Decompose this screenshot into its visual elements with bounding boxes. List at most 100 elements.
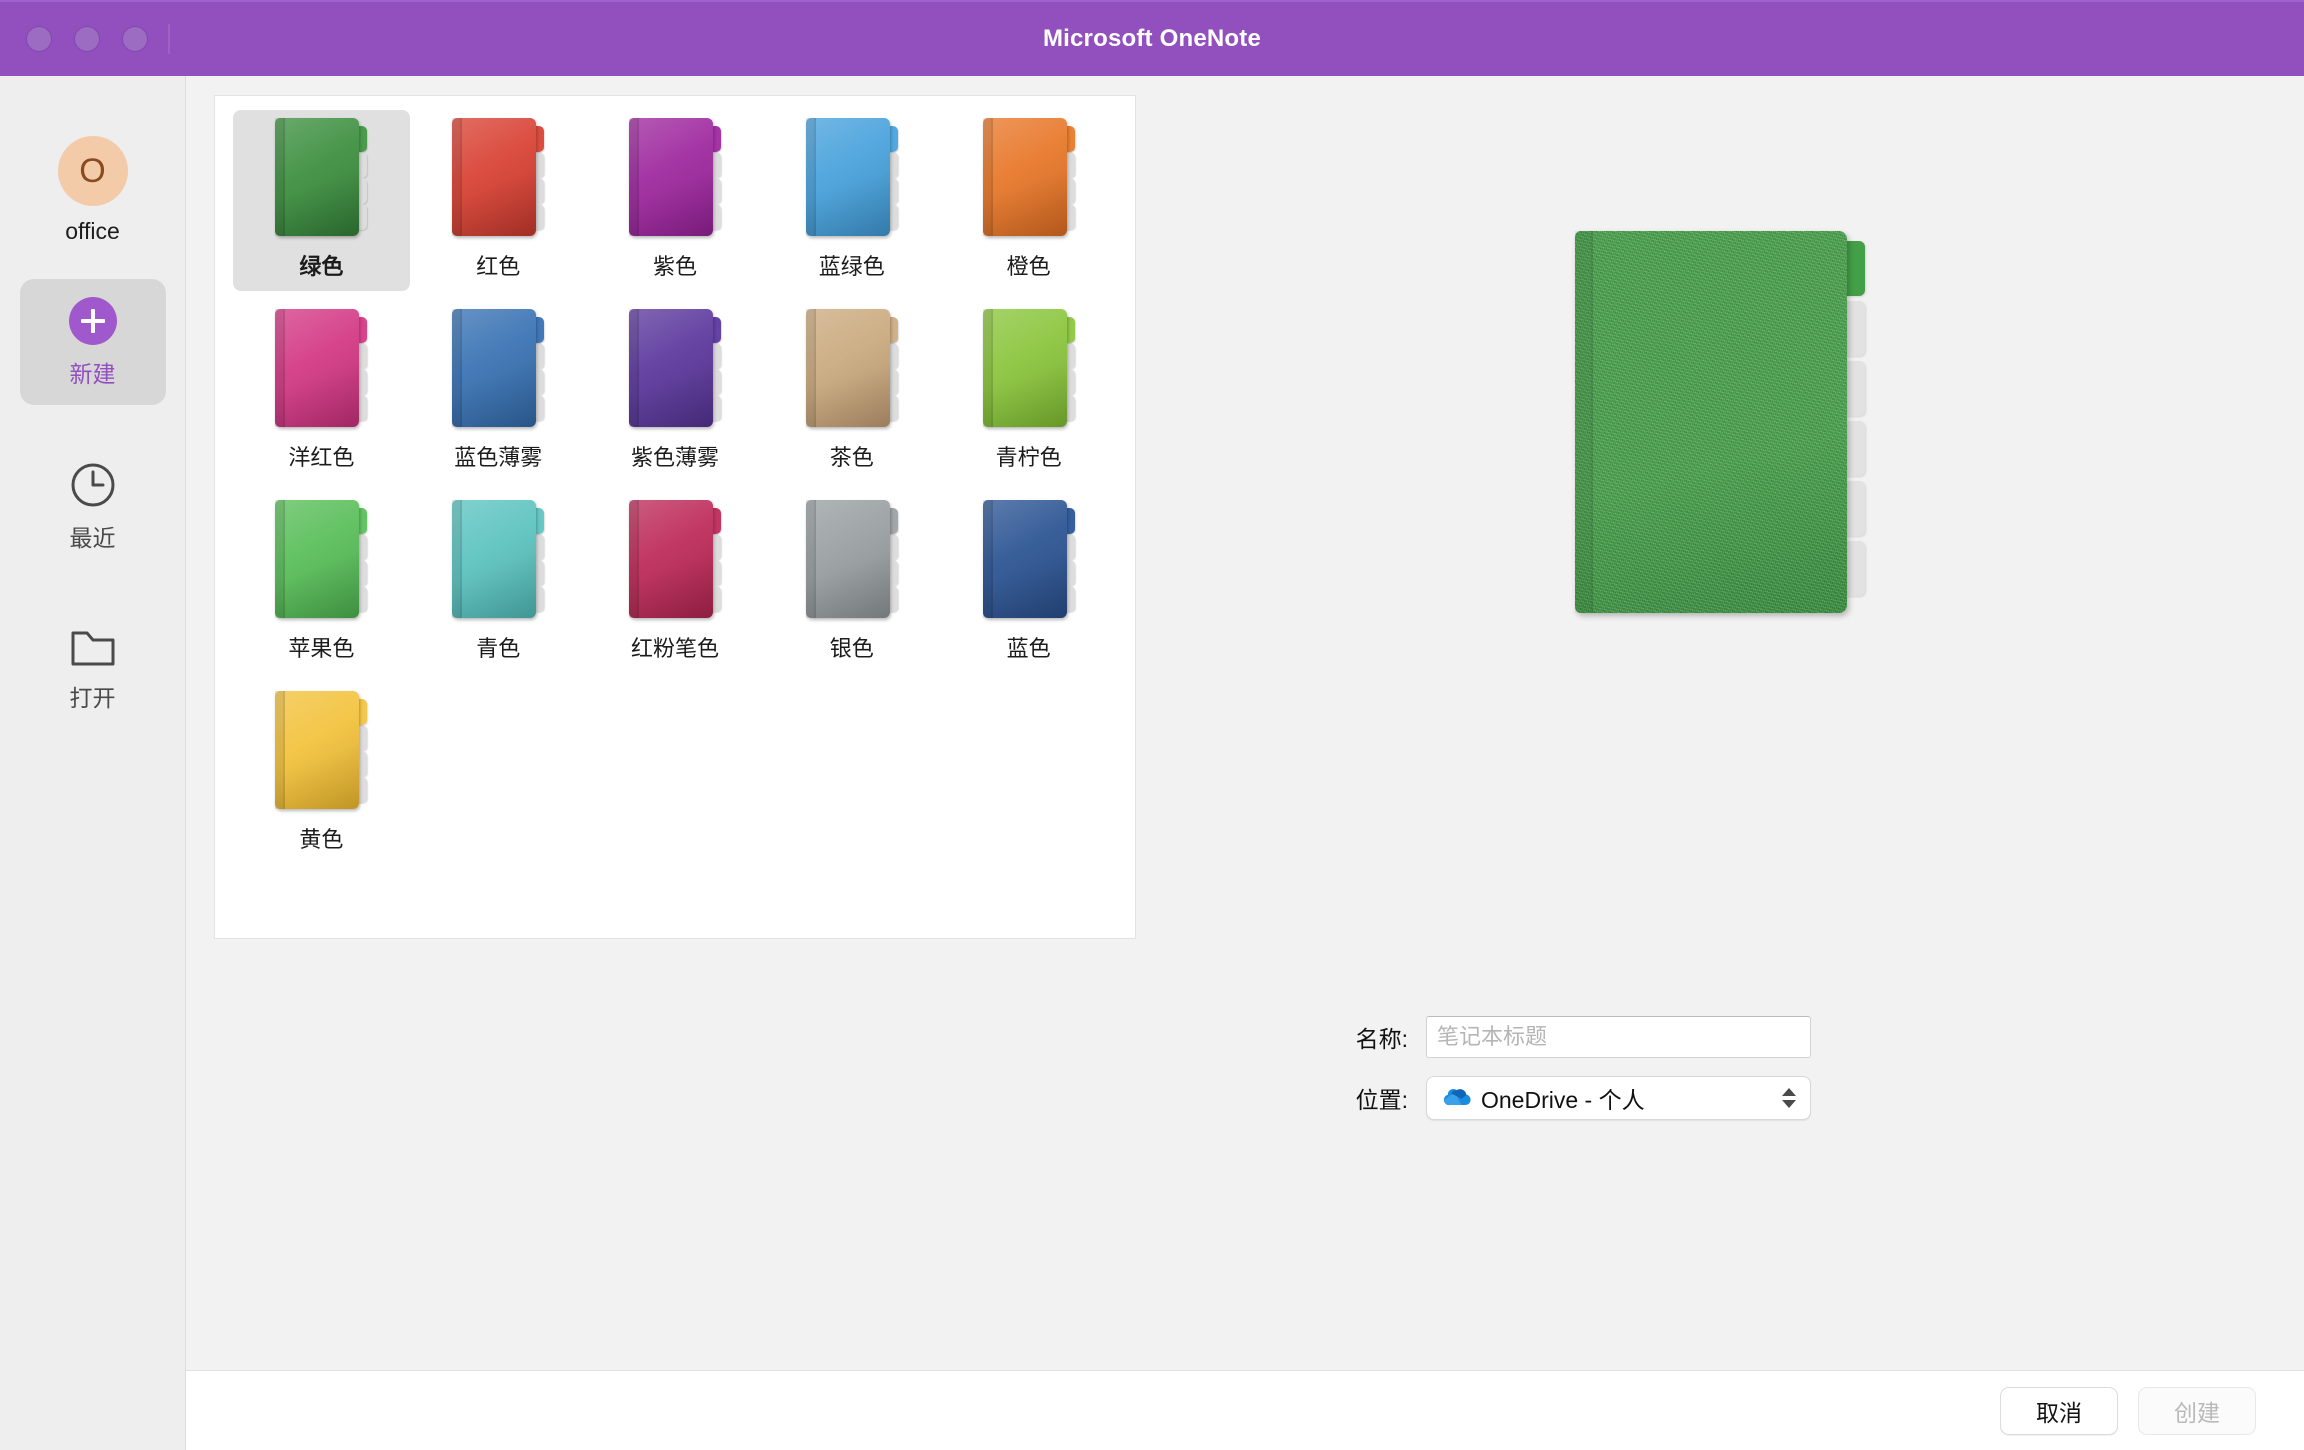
sidebar-item-new-label: 新建 [69, 361, 116, 387]
notebook-spine-line [283, 691, 286, 809]
avatar: O [57, 136, 128, 206]
notebook-spine-line [636, 118, 639, 236]
notebook-spine-edge [628, 500, 637, 618]
notebook-cover [805, 118, 890, 236]
notebook-icon [805, 500, 898, 618]
color-swatch-label: 紫色薄雾 [630, 445, 719, 470]
preview-pane: 名称: 位置: [1136, 76, 2304, 1450]
notebook-icon [805, 309, 898, 427]
notebook-cover [805, 500, 890, 618]
account-block[interactable]: O office [0, 136, 185, 245]
notebook-spine-line [990, 309, 993, 427]
color-swatch[interactable]: 银色 [763, 492, 940, 673]
location-row: 位置: OneDrive - 个人 [1136, 1076, 2304, 1120]
notebook-spine-edge [805, 309, 814, 427]
notebook-cover [275, 309, 360, 427]
notebook-cover [452, 118, 537, 236]
sidebar-item-open[interactable]: 打开 [20, 607, 166, 729]
notebook-cover [628, 309, 713, 427]
notebook-spine-edge [275, 500, 284, 618]
account-name: office [65, 218, 120, 244]
notebook-cover [628, 500, 713, 618]
color-swatch-label: 茶色 [829, 445, 874, 470]
color-swatch-label: 紫色 [652, 254, 697, 279]
notebook-spine-line [460, 309, 463, 427]
color-swatch[interactable]: 红粉笔色 [587, 492, 764, 673]
notebook-cover [982, 309, 1067, 427]
notebook-cover [805, 309, 890, 427]
location-value: OneDrive - 个人 [1481, 1087, 1645, 1113]
sidebar-item-recent[interactable]: 最近 [20, 443, 166, 569]
location-select[interactable]: OneDrive - 个人 [1426, 1076, 1811, 1120]
notebook-icon [982, 309, 1075, 427]
location-label: 位置: [1355, 1087, 1408, 1113]
leather-texture [1575, 231, 1847, 613]
notebook-icon [805, 118, 898, 236]
color-swatch-label: 洋红色 [288, 445, 355, 470]
color-swatch[interactable]: 紫色 [587, 110, 764, 291]
preview-spine-line [1591, 231, 1593, 613]
notebook-spine-line [460, 118, 463, 236]
color-swatch[interactable]: 黄色 [233, 683, 410, 864]
sidebar-item-open-label: 打开 [69, 685, 116, 711]
color-swatch-label: 橙色 [1006, 254, 1051, 279]
notebook-cover [982, 500, 1067, 618]
notebook-spine-edge [982, 118, 991, 236]
notebook-spine-edge [982, 309, 991, 427]
notebook-spine-line [813, 118, 816, 236]
notebook-spine-edge [452, 309, 461, 427]
notebook-cover [982, 118, 1067, 236]
cancel-button[interactable]: 取消 [2000, 1386, 2118, 1435]
notebook-cover [452, 500, 537, 618]
notebook-cover [275, 691, 360, 809]
color-swatch[interactable]: 橙色 [940, 110, 1117, 291]
color-swatch-label: 青色 [476, 636, 521, 661]
create-button[interactable]: 创建 [2138, 1386, 2256, 1435]
color-swatch-label: 绿色 [299, 254, 344, 279]
color-swatch[interactable]: 苹果色 [233, 492, 410, 673]
name-row: 名称: [1136, 1016, 2304, 1058]
zoom-button[interactable] [122, 26, 148, 52]
color-swatch-label: 红粉笔色 [630, 636, 719, 661]
notebook-spine-line [460, 500, 463, 618]
sidebar-item-new[interactable]: 新建 [19, 279, 166, 405]
color-swatch[interactable]: 茶色 [763, 301, 940, 482]
color-swatch-label: 红色 [476, 254, 521, 279]
onedrive-cloud-icon [1441, 1085, 1471, 1112]
notebook-spine-edge [628, 309, 637, 427]
plus-circle-icon [68, 297, 117, 345]
notebook-spine-line [813, 500, 816, 618]
color-swatch[interactable]: 青柠色 [940, 301, 1117, 482]
color-swatch[interactable]: 紫色薄雾 [587, 301, 764, 482]
notebook-icon [452, 500, 545, 618]
notebook-icon [275, 118, 368, 236]
notebook-icon [982, 500, 1075, 618]
color-swatch[interactable]: 洋红色 [233, 301, 410, 482]
notebook-spine-edge [805, 500, 814, 618]
window-title: Microsoft OneNote [1042, 25, 1262, 52]
sidebar: O office 新建 最近 打开 [0, 76, 186, 1450]
notebook-spine-edge [628, 118, 637, 236]
color-swatch[interactable]: 蓝色 [940, 492, 1117, 673]
color-swatch[interactable]: 绿色 [233, 110, 410, 291]
notebook-icon [452, 309, 545, 427]
preview-cover [1575, 231, 1847, 613]
close-button[interactable] [26, 26, 52, 52]
clock-icon [69, 461, 117, 509]
preview-notebook-icon [1575, 231, 1865, 613]
notebook-spine-line [636, 309, 639, 427]
folder-icon [69, 625, 117, 669]
color-swatch-label: 苹果色 [288, 636, 355, 661]
notebook-name-input[interactable] [1426, 1016, 1811, 1058]
titlebar-divider [168, 24, 170, 54]
color-swatch[interactable]: 红色 [410, 110, 587, 291]
notebook-spine-edge [275, 309, 284, 427]
minimize-button[interactable] [74, 26, 100, 52]
notebook-cover [275, 118, 360, 236]
color-swatch[interactable]: 青色 [410, 492, 587, 673]
color-swatch[interactable]: 蓝色薄雾 [410, 301, 587, 482]
color-swatch[interactable]: 蓝绿色 [763, 110, 940, 291]
notebook-spine-line [283, 309, 286, 427]
color-swatch-label: 蓝绿色 [818, 254, 885, 279]
dialog-footer: 取消 创建 [186, 1370, 2304, 1450]
